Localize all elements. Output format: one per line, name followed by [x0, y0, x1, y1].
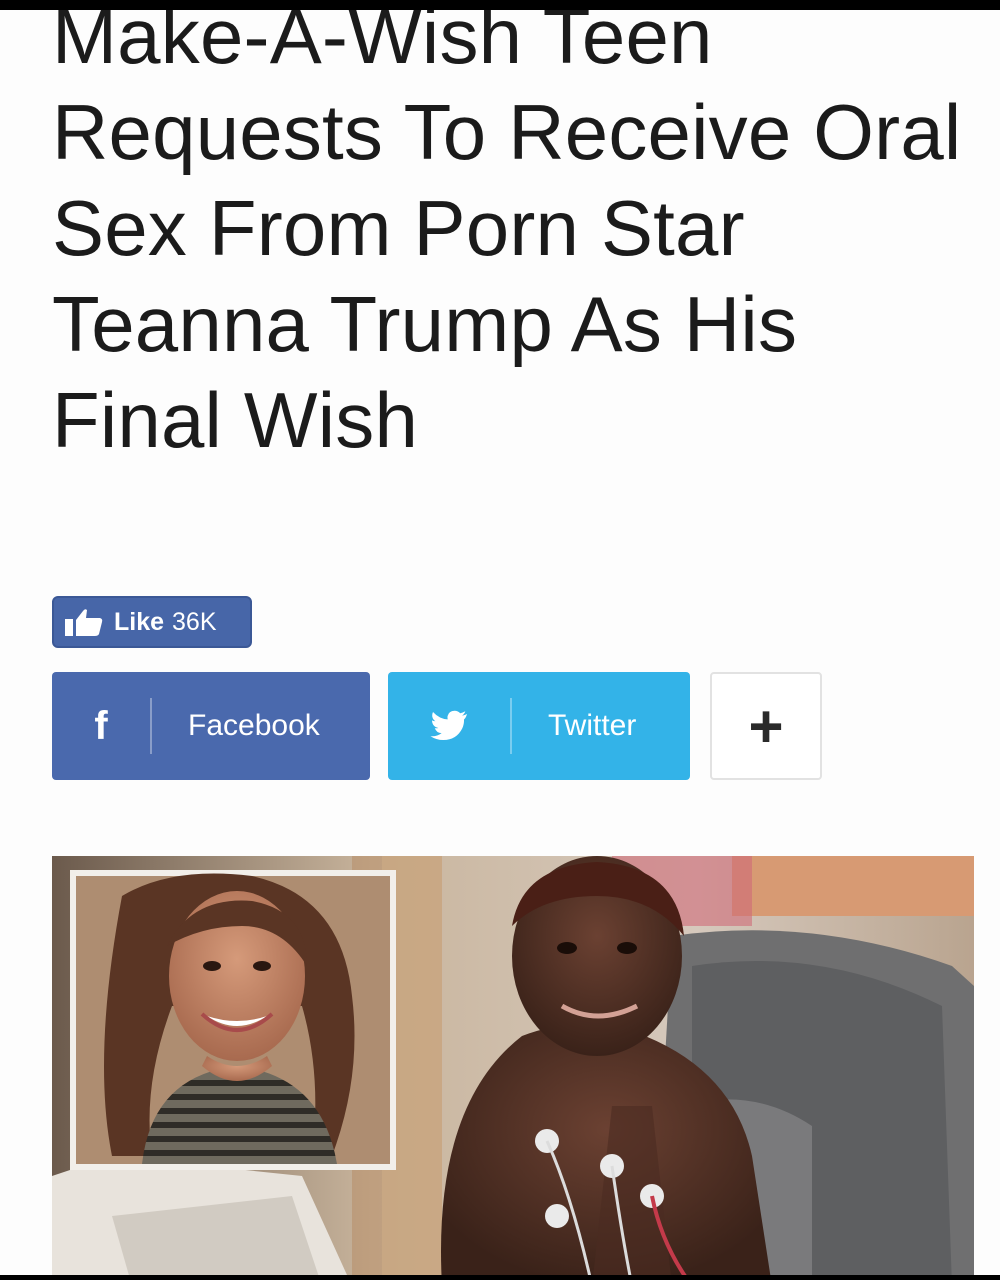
facebook-share-label: Facebook	[188, 709, 320, 742]
facebook-share-button[interactable]: f Facebook	[52, 672, 370, 780]
like-label: Like	[114, 607, 165, 636]
twitter-bird-icon	[388, 698, 512, 754]
article-page: Make-A-Wish Teen Requests To Receive Ora…	[0, 10, 1000, 1275]
article-headline: Make-A-Wish Teen Requests To Receive Ora…	[52, 10, 962, 464]
twitter-share-label: Twitter	[548, 709, 637, 742]
twitter-share-button[interactable]: Twitter	[388, 672, 690, 780]
article-photo	[52, 856, 974, 1275]
facebook-icon: f	[52, 698, 152, 754]
like-button[interactable]: Like 36K	[52, 596, 252, 648]
like-count: 36K	[172, 607, 217, 636]
plus-icon: +	[748, 692, 784, 760]
more-share-button[interactable]: +	[710, 672, 822, 780]
thumbs-up-icon	[65, 609, 103, 636]
